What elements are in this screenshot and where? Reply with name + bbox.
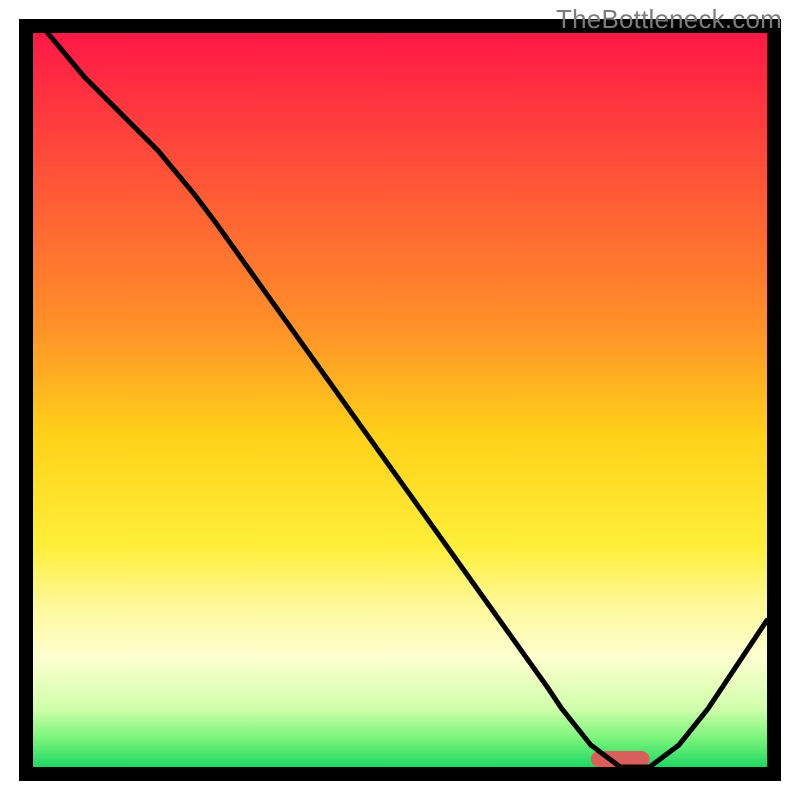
chart-svg (0, 0, 800, 800)
bottleneck-chart: TheBottleneck.com (0, 0, 800, 800)
watermark-text: TheBottleneck.com (556, 4, 782, 35)
plot-bg (33, 33, 767, 767)
